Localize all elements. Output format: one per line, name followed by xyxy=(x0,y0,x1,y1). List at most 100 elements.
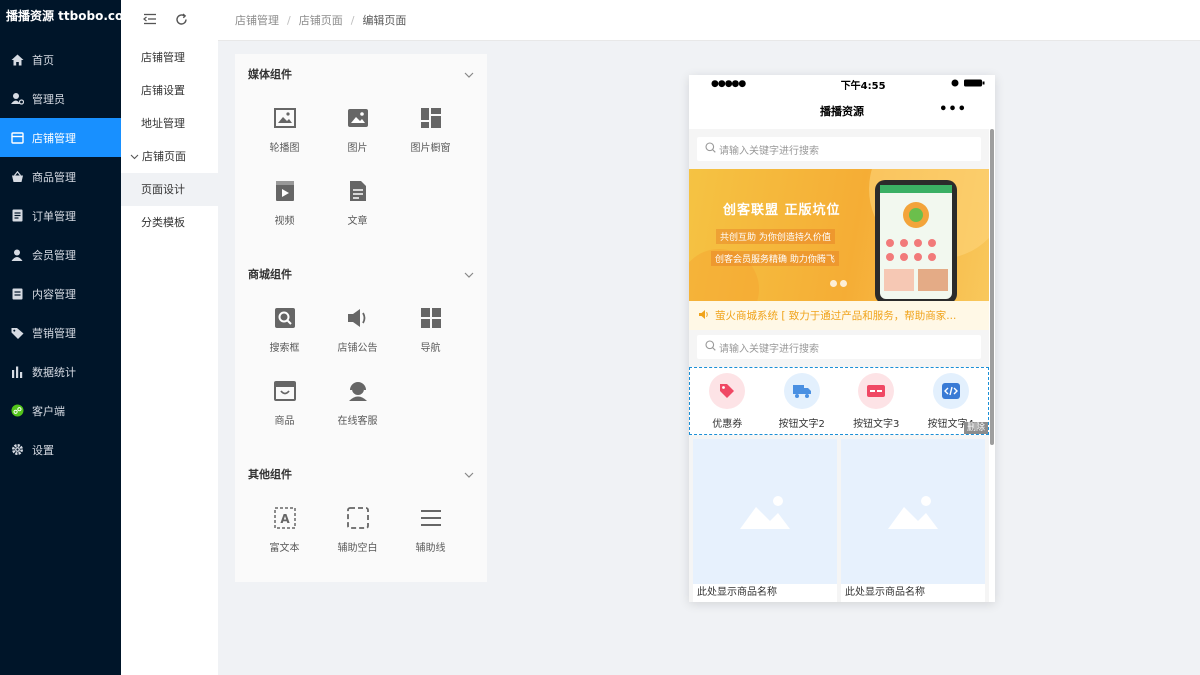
component-tile[interactable]: A 富文本 xyxy=(248,494,321,567)
sidebar-item[interactable]: 会员管理 xyxy=(0,235,121,274)
component-tile[interactable]: 视频 xyxy=(248,167,321,240)
sidebar-item-label: 店铺管理 xyxy=(32,131,76,145)
phone-content: 请输入关键字进行搜索 创客联盟 正版坑位 共创互助 为你创造持久价值 创客会员服… xyxy=(689,129,989,602)
goods-card[interactable]: 此处显示商品名称 xyxy=(841,439,985,602)
nav-component-selected[interactable]: 优惠券 按钮文字2 按钮文字3 按钮文字4 删除 xyxy=(689,367,989,435)
article-icon xyxy=(347,180,369,202)
member-icon xyxy=(10,248,24,262)
image-icon xyxy=(347,107,369,129)
client-icon xyxy=(10,404,24,418)
phone-status-bar: ●●●●● 下午4:55 xyxy=(689,75,995,93)
sidebar-item[interactable]: 客户端 xyxy=(0,391,121,430)
phone-page-title: 播播资源 xyxy=(820,105,864,118)
chevron-down-icon[interactable] xyxy=(464,468,474,481)
main-sidebar: 播播资源 ttbobo.com 首页管理员店铺管理商品管理订单管理会员管理内容管… xyxy=(0,0,121,675)
component-section-header[interactable]: 其他组件 xyxy=(235,454,487,494)
component-section-title: 媒体组件 xyxy=(248,68,292,81)
component-section-header[interactable]: 媒体组件 xyxy=(235,54,487,94)
breadcrumb-item[interactable]: 店铺页面 xyxy=(299,12,343,28)
subnav-item[interactable]: 地址管理 xyxy=(121,107,218,140)
image-window-icon xyxy=(420,107,442,129)
component-tile[interactable]: 在线客服 xyxy=(321,367,394,440)
component-tile[interactable]: 导航 xyxy=(394,294,467,367)
subnav-item-label: 地址管理 xyxy=(141,117,185,130)
phone-time: 下午4:55 xyxy=(840,80,886,92)
nav-button[interactable]: 按钮文字2 xyxy=(766,372,838,430)
sidebar-item-label: 订单管理 xyxy=(32,209,76,223)
logo: 播播资源 ttbobo.com xyxy=(6,9,121,23)
sidebar-item[interactable]: 首页 xyxy=(0,40,121,79)
delete-button[interactable]: 删除 xyxy=(963,422,988,434)
truck-icon xyxy=(783,372,820,409)
video-icon xyxy=(274,180,296,202)
component-grid: 搜索框 店铺公告 导航 商品 在线客服 xyxy=(235,294,487,440)
sidebar-item-label: 会员管理 xyxy=(32,248,76,262)
subnav-item-label: 页面设计 xyxy=(141,183,185,196)
main-nav: 首页管理员店铺管理商品管理订单管理会员管理内容管理营销管理 数据统计 客户端 设置 xyxy=(0,40,121,469)
component-tile[interactable]: 辅助空白 xyxy=(321,494,394,567)
subnav-item[interactable]: 店铺页面 xyxy=(121,140,218,173)
component-tile[interactable]: 图片 xyxy=(321,94,394,167)
subnav-item[interactable]: 页面设计 xyxy=(121,173,218,206)
sidebar-item-label: 首页 xyxy=(32,53,54,67)
chevron-down-icon[interactable] xyxy=(464,268,474,281)
navigation-icon xyxy=(420,307,442,329)
subnav-item[interactable]: 分类模板 xyxy=(121,206,218,239)
notice-text: 萤火商城系统 [ 致力于通过产品和服务，帮助商家... xyxy=(715,310,957,322)
refresh-icon[interactable] xyxy=(175,13,188,29)
sidebar-item[interactable]: 设置 xyxy=(0,430,121,469)
component-tile-label: 轮播图 xyxy=(269,143,300,154)
gear-icon xyxy=(10,443,24,457)
nav-button[interactable]: 按钮文字4 xyxy=(915,372,987,430)
component-tile[interactable]: 搜索框 xyxy=(248,294,321,367)
component-section-header[interactable]: 商城组件 xyxy=(235,254,487,294)
nav-button[interactable]: 按钮文字3 xyxy=(840,372,912,430)
subnav-item-label: 店铺设置 xyxy=(141,84,185,97)
sidebar-item[interactable]: 商品管理 xyxy=(0,157,121,196)
search-box-icon xyxy=(274,307,296,329)
component-tile[interactable]: 轮播图 xyxy=(248,94,321,167)
goods-name: 此处显示商品名称 xyxy=(845,587,925,598)
sidebar-item[interactable]: 订单管理 xyxy=(0,196,121,235)
phone-title-bar: 播播资源 ••• xyxy=(689,93,995,129)
collapse-menu-icon[interactable] xyxy=(143,13,157,28)
component-tile-label: 视频 xyxy=(274,216,295,227)
subnav-item[interactable]: 店铺设置 xyxy=(121,74,218,107)
component-tile-label: 店铺公告 xyxy=(337,343,378,354)
component-tile[interactable]: 辅助线 xyxy=(394,494,467,567)
component-tile[interactable]: 店铺公告 xyxy=(321,294,394,367)
admin-user-icon xyxy=(10,92,24,106)
phone-search-box[interactable]: 请输入关键字进行搜索 xyxy=(697,137,981,161)
breadcrumb-separator: / xyxy=(350,13,355,27)
sidebar-item[interactable]: 内容管理 xyxy=(0,274,121,313)
more-icon[interactable]: ••• xyxy=(939,102,967,117)
component-tile[interactable]: 商品 xyxy=(248,367,321,440)
breadcrumb: 店铺管理 / 店铺页面 / 编辑页面 xyxy=(235,12,406,28)
component-panel: 媒体组件轮播图 图片 图片橱窗视频 文章商城组件 搜索框 店铺公告 导航 商品 在线客服其他组件… xyxy=(235,54,487,582)
banner-carousel[interactable]: 创客联盟 正版坑位 共创互助 为你创造持久价值 创客会员服务精确 助力你腾飞 xyxy=(689,169,989,301)
breadcrumb-item[interactable]: 店铺管理 xyxy=(235,12,279,28)
subnav-item[interactable]: 店铺管理 xyxy=(121,41,218,74)
home-icon xyxy=(10,53,24,67)
customer-service-icon xyxy=(347,380,369,402)
component-tile-label: 富文本 xyxy=(269,543,300,554)
store-icon xyxy=(10,131,24,145)
sidebar-item[interactable]: 店铺管理 xyxy=(0,118,121,157)
sidebar-item[interactable]: 营销管理 xyxy=(0,313,121,352)
sidebar-item[interactable]: 数据统计 xyxy=(0,352,121,391)
component-tile[interactable]: 图片橱窗 xyxy=(394,94,467,167)
carousel-dots[interactable] xyxy=(830,280,847,287)
sidebar-item-label: 内容管理 xyxy=(32,287,76,301)
tag-icon xyxy=(10,326,24,340)
search-placeholder: 请输入关键字进行搜索 xyxy=(719,145,819,157)
breadcrumb-current: 编辑页面 xyxy=(362,14,407,27)
phone-scrollbar[interactable] xyxy=(990,129,994,445)
blank-space-icon xyxy=(346,507,369,529)
component-tile[interactable]: 文章 xyxy=(321,167,394,240)
chevron-down-icon[interactable] xyxy=(464,68,474,81)
goods-card[interactable]: 此处显示商品名称 xyxy=(693,439,837,602)
nav-button[interactable]: 优惠券 xyxy=(691,372,763,430)
sidebar-item[interactable]: 管理员 xyxy=(0,79,121,118)
content-icon xyxy=(10,287,24,301)
phone-search-box-2[interactable]: 请输入关键字进行搜索 xyxy=(697,335,981,359)
